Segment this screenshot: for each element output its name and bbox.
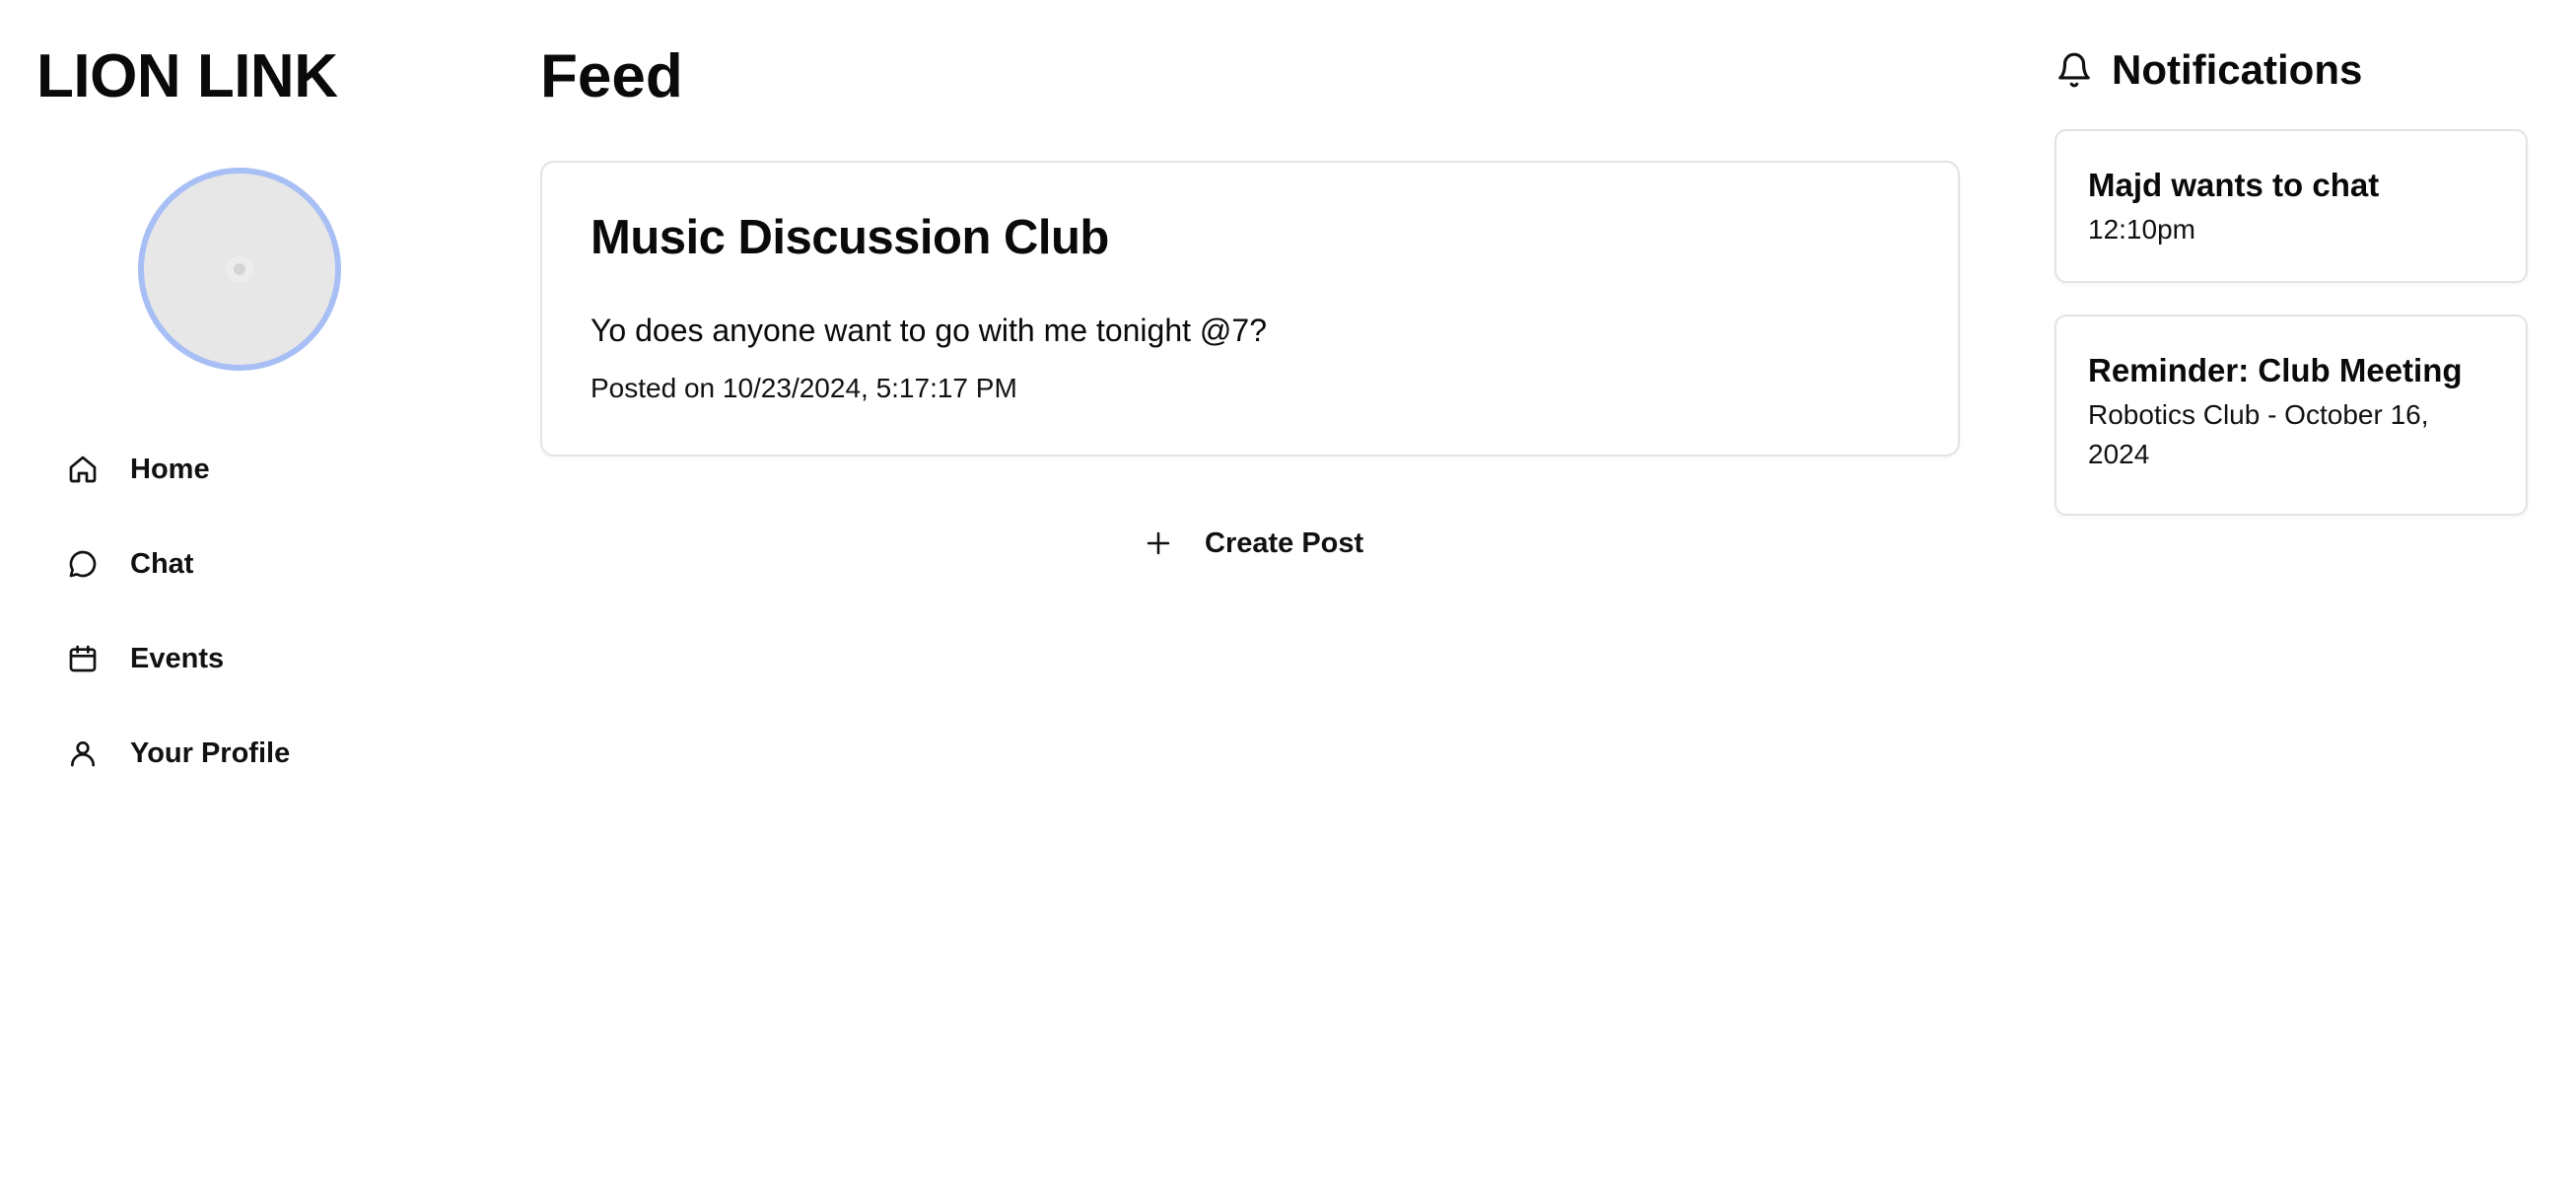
sidebar-item-label: Your Profile xyxy=(130,737,291,769)
bell-icon xyxy=(2054,50,2094,90)
page-title: Feed xyxy=(540,42,683,110)
plus-icon xyxy=(1142,526,1175,560)
sidebar: LION LINK Home Chat Events Your Profile xyxy=(0,0,493,1193)
notification-title: Majd wants to chat xyxy=(2088,167,2380,203)
sidebar-item-label: Events xyxy=(130,642,225,674)
brand-logo[interactable]: LION LINK xyxy=(36,37,338,116)
post-title: Music Discussion Club xyxy=(591,211,1109,264)
post-card[interactable]: Music Discussion Club Yo does anyone wan… xyxy=(540,161,1960,456)
sidebar-item-profile[interactable]: Your Profile xyxy=(55,718,469,789)
sidebar-item-chat[interactable]: Chat xyxy=(55,528,469,599)
create-post-button[interactable]: Create Post xyxy=(1132,508,1373,579)
sidebar-nav: Home Chat Events Your Profile xyxy=(55,434,469,812)
sidebar-item-events[interactable]: Events xyxy=(55,623,469,694)
sidebar-item-label: Home xyxy=(130,453,210,485)
notification-item[interactable]: Majd wants to chat 12:10pm xyxy=(2054,129,2528,283)
feed-panel: Feed Music Discussion Club Yo does anyon… xyxy=(540,0,1960,1193)
home-icon xyxy=(65,452,101,487)
post-timestamp: Posted on 10/23/2024, 5:17:17 PM xyxy=(591,373,1017,403)
post-body: Yo does anyone want to go with me tonigh… xyxy=(591,313,1267,348)
notifications-title: Notifications xyxy=(2112,46,2363,93)
user-icon xyxy=(65,736,101,771)
calendar-icon xyxy=(65,641,101,676)
create-post-label: Create Post xyxy=(1205,526,1364,559)
app-root: LION LINK Home Chat Events Your Profile … xyxy=(0,0,2576,1193)
notifications-header: Notifications xyxy=(2054,39,2362,101)
avatar-placeholder-icon xyxy=(234,263,245,275)
sidebar-item-label: Chat xyxy=(130,547,194,580)
notification-item[interactable]: Reminder: Club Meeting Robotics Club - O… xyxy=(2054,315,2528,516)
sidebar-item-home[interactable]: Home xyxy=(55,434,469,505)
notifications-panel: Notifications Majd wants to chat 12:10pm… xyxy=(2054,0,2528,1193)
avatar[interactable] xyxy=(138,168,341,371)
notification-subtitle: Robotics Club - October 16, 2024 xyxy=(2088,399,2429,469)
notification-title: Reminder: Club Meeting xyxy=(2088,352,2463,388)
notification-subtitle: 12:10pm xyxy=(2088,214,2195,245)
chat-icon xyxy=(65,546,101,582)
